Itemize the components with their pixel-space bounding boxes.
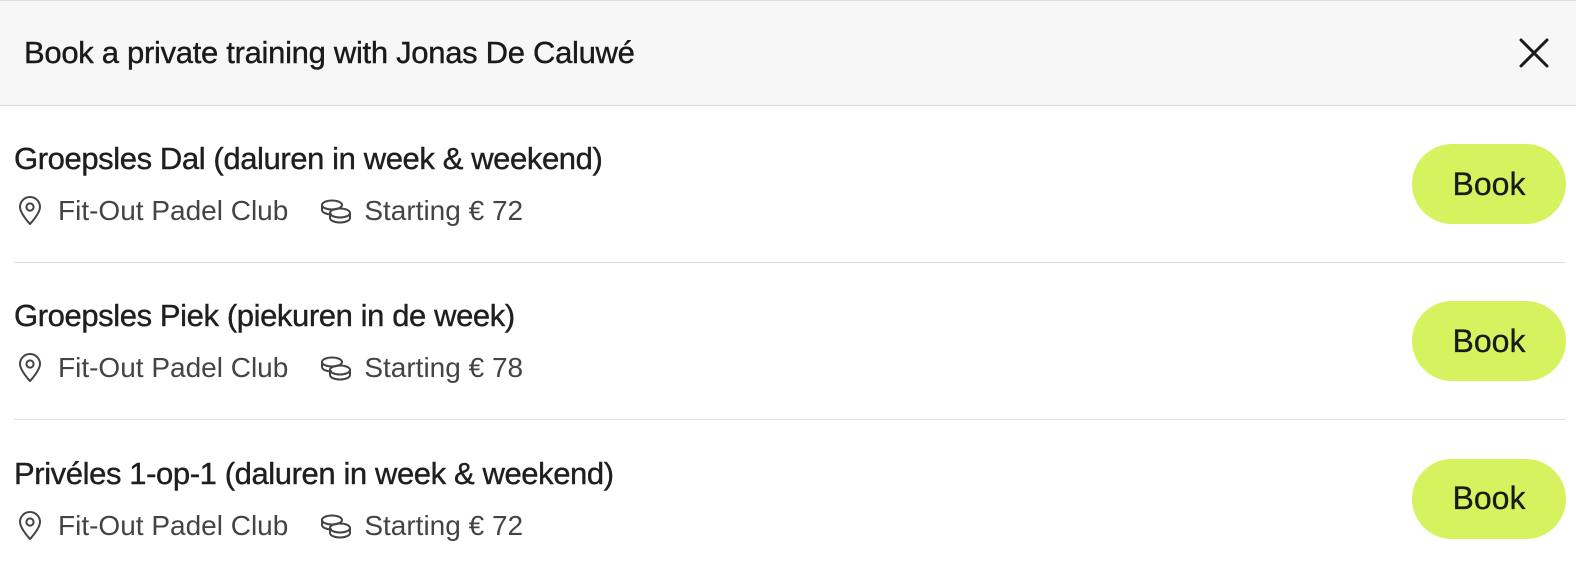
book-button[interactable]: Book xyxy=(1412,144,1566,224)
lesson-info: Groepsles Piek (piekuren in de week) Fit… xyxy=(14,298,555,384)
lesson-meta: Fit-Out Padel Club Starting € 72 xyxy=(14,195,602,227)
lesson-title: Groepsles Dal (daluren in week & weekend… xyxy=(14,141,603,176)
map-pin-icon xyxy=(14,510,46,542)
modal-header: Book a private training with Jonas De Ca… xyxy=(0,0,1576,106)
lesson-meta: Fit-Out Padel Club Starting € 78 xyxy=(14,352,555,384)
close-icon xyxy=(1519,38,1549,68)
lesson-location: Fit-Out Padel Club xyxy=(14,352,288,384)
map-pin-icon xyxy=(14,352,46,384)
lesson-row: Groepsles Piek (piekuren in de week) Fit… xyxy=(14,263,1566,420)
location-label: Fit-Out Padel Club xyxy=(58,509,289,541)
lesson-location: Fit-Out Padel Club xyxy=(14,510,288,542)
lesson-meta: Fit-Out Padel Club Starting € 72 xyxy=(14,510,614,542)
close-button[interactable] xyxy=(1512,31,1556,75)
lesson-price: Starting € 72 xyxy=(320,510,523,542)
price-label: Starting € 72 xyxy=(364,195,524,226)
lesson-list: Groepsles Dal (daluren in week & weekend… xyxy=(0,106,1576,577)
lesson-info: Groepsles Dal (daluren in week & weekend… xyxy=(14,141,603,227)
lesson-price: Starting € 72 xyxy=(320,195,523,227)
price-label: Starting € 78 xyxy=(364,352,524,383)
coins-icon xyxy=(320,195,352,227)
book-button[interactable]: Book xyxy=(1412,458,1566,539)
location-label: Fit-Out Padel Club xyxy=(58,195,289,226)
map-pin-icon xyxy=(14,195,46,227)
lesson-row: Groepsles Dal (daluren in week & weekend… xyxy=(14,106,1566,263)
lesson-location: Fit-Out Padel Club xyxy=(14,195,288,227)
lesson-info: Privéles 1-op-1 (daluren in week & weeke… xyxy=(14,455,614,542)
lesson-title: Groepsles Piek (piekuren in de week) xyxy=(14,298,516,333)
lesson-row: Privéles 1-op-1 (daluren in week & weeke… xyxy=(14,420,1566,577)
book-button[interactable]: Book xyxy=(1412,301,1566,381)
price-label: Starting € 72 xyxy=(364,509,524,541)
coins-icon xyxy=(320,352,352,384)
booking-modal: Book a private training with Jonas De Ca… xyxy=(0,0,1576,578)
coins-icon xyxy=(320,510,352,542)
location-label: Fit-Out Padel Club xyxy=(58,352,289,383)
lesson-price: Starting € 78 xyxy=(320,352,523,384)
modal-title: Book a private training with Jonas De Ca… xyxy=(24,35,635,70)
lesson-title: Privéles 1-op-1 (daluren in week & weeke… xyxy=(14,455,614,491)
